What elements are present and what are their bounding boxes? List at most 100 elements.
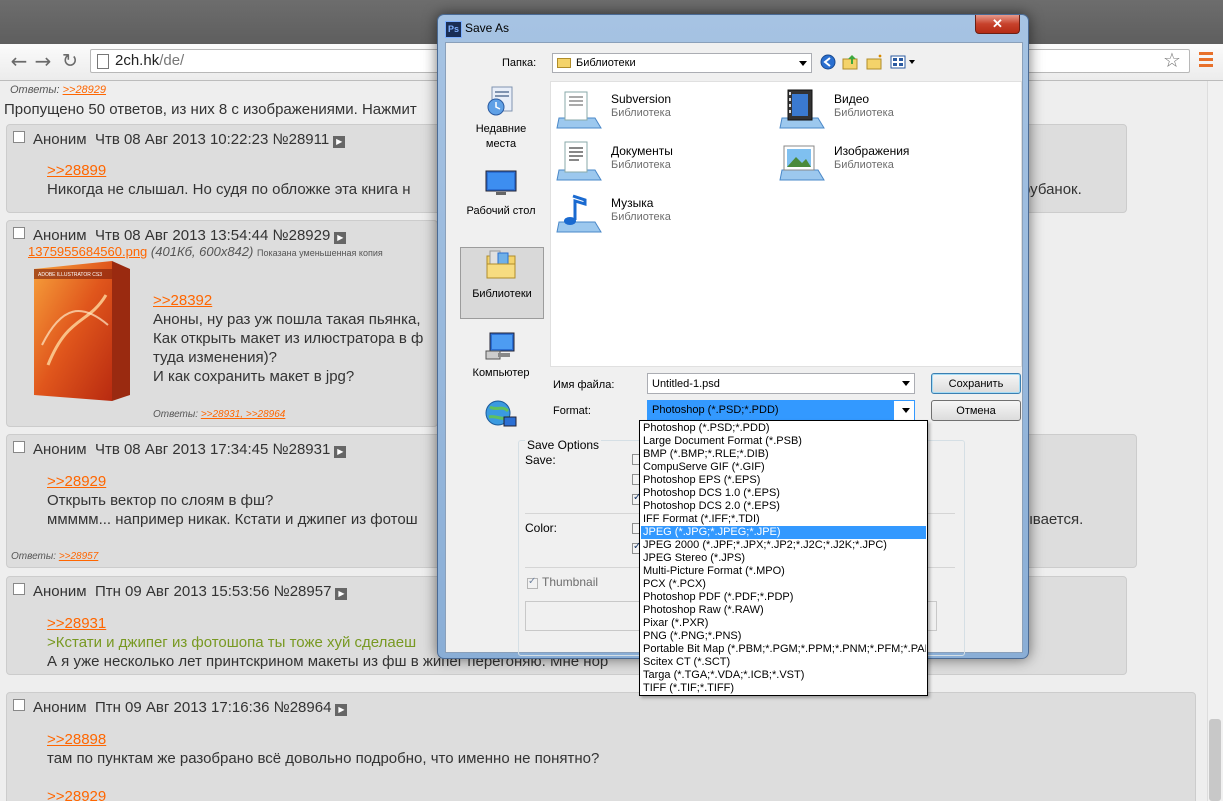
post-text: Открыть вектор по слоям в фш? bbox=[47, 492, 274, 509]
format-option[interactable]: CompuServe GIF (*.GIF) bbox=[641, 461, 926, 474]
post-checkbox[interactable] bbox=[13, 583, 25, 595]
top-replies: Ответы: >>28929 bbox=[10, 84, 107, 96]
place-label: Библиотеки bbox=[472, 288, 532, 300]
reply-link[interactable]: >>28957 bbox=[59, 551, 99, 562]
reload-icon[interactable]: ↻ bbox=[59, 50, 81, 72]
place-desktop[interactable]: Рабочий стол bbox=[460, 169, 542, 225]
folder-value: Библиотеки bbox=[576, 57, 636, 69]
post-menu-icon[interactable]: ▶ bbox=[335, 704, 348, 716]
format-option[interactable]: Pixar (*.PXR) bbox=[641, 617, 926, 630]
documents-library-icon bbox=[556, 141, 602, 181]
forward-arrow-icon[interactable]: → bbox=[32, 50, 54, 72]
filename-input[interactable]: Untitled-1.psd bbox=[647, 373, 915, 394]
post-menu-icon[interactable]: ▶ bbox=[335, 588, 348, 600]
format-option[interactable]: PCX (*.PCX) bbox=[641, 578, 926, 591]
post-menu-icon[interactable]: ▶ bbox=[333, 136, 346, 148]
format-option[interactable]: Photoshop DCS 1.0 (*.EPS) bbox=[641, 487, 926, 500]
post-menu-icon[interactable]: ▶ bbox=[334, 446, 347, 458]
post-replies: Ответы: >>28931, >>28964 bbox=[153, 409, 286, 420]
format-option[interactable]: Portable Bit Map (*.PBM;*.PGM;*.PPM;*.PN… bbox=[641, 643, 926, 656]
format-option[interactable]: Targa (*.TGA;*.VDA;*.ICB;*.VST) bbox=[641, 669, 926, 682]
format-option[interactable]: Photoshop EPS (*.EPS) bbox=[641, 474, 926, 487]
attached-image-thumbnail[interactable]: ADOBE ILLUSTRATOR CS3 bbox=[28, 255, 136, 405]
photoshop-app-icon: Ps bbox=[445, 21, 462, 38]
file-list[interactable]: Subversion Библиотека Видео Библиотека Д… bbox=[550, 81, 1022, 367]
chevron-down-icon[interactable] bbox=[902, 381, 910, 386]
up-folder-icon[interactable] bbox=[842, 54, 860, 70]
reply-link[interactable]: >>28929 bbox=[47, 472, 418, 491]
post-text-tail: рубанок. bbox=[1022, 181, 1082, 198]
filename-label: Имя файла: bbox=[553, 379, 615, 391]
color-label: Color: bbox=[525, 521, 558, 535]
format-option[interactable]: JPEG Stereo (*.JPS) bbox=[641, 552, 926, 565]
browser-menu-icon[interactable] bbox=[1199, 52, 1213, 70]
post-checkbox[interactable] bbox=[13, 227, 25, 239]
post-header: Аноним Птн 09 Авг 2013 17:16:36 №28964 ▶ bbox=[13, 699, 348, 716]
place-recent[interactable]: Недавние места bbox=[460, 83, 542, 153]
reply-link[interactable]: >>28392 bbox=[153, 291, 423, 310]
page-scrollbar[interactable] bbox=[1207, 81, 1223, 801]
library-video[interactable]: Видео Библиотека bbox=[778, 88, 988, 132]
format-option[interactable]: JPEG 2000 (*.JPF;*.JPX;*.JP2;*.J2C;*.J2K… bbox=[641, 539, 926, 552]
format-option[interactable]: Photoshop PDF (*.PDF;*.PDP) bbox=[641, 591, 926, 604]
thumbnail-checkbox[interactable] bbox=[527, 576, 538, 589]
post-text: ммммм... например никак. Кстати и джипег… bbox=[47, 511, 418, 528]
view-menu-icon[interactable] bbox=[890, 54, 916, 70]
post-text: там по пунктам же разобрано всё довольно… bbox=[47, 750, 600, 767]
place-computer[interactable]: Компьютер bbox=[460, 331, 542, 387]
post-menu-icon[interactable]: ▶ bbox=[334, 232, 347, 244]
library-name: Subversion bbox=[611, 92, 672, 106]
folder-combobox[interactable]: Библиотеки bbox=[552, 53, 812, 73]
folder-icon bbox=[557, 58, 571, 68]
library-name: Видео bbox=[834, 92, 870, 106]
reply-link[interactable]: >>28929 bbox=[63, 84, 106, 96]
post-text: туда изменения)? bbox=[153, 349, 277, 366]
subversion-library-icon bbox=[556, 91, 602, 129]
new-folder-icon[interactable] bbox=[866, 54, 884, 70]
dialog-title: Save As bbox=[465, 21, 510, 35]
format-option[interactable]: Large Document Format (*.PSB) bbox=[641, 435, 926, 448]
format-option[interactable]: IFF Format (*.IFF;*.TDI) bbox=[641, 513, 926, 526]
place-libraries[interactable]: Библиотеки bbox=[460, 247, 544, 319]
back-arrow-icon[interactable]: ← bbox=[8, 50, 30, 72]
format-option[interactable]: Photoshop (*.PSD;*.PDD) bbox=[641, 422, 926, 435]
library-images[interactable]: Изображения Библиотека bbox=[778, 140, 988, 184]
library-type: Библиотека bbox=[611, 211, 671, 223]
library-music[interactable]: Музыка Библиотека bbox=[555, 192, 765, 236]
reply-link[interactable]: >>28931, >>28964 bbox=[201, 409, 286, 420]
place-network[interactable] bbox=[460, 397, 542, 437]
scrollbar-thumb[interactable] bbox=[1209, 719, 1221, 801]
post-header: Аноним Чтв 08 Авг 2013 13:54:44 №28929 ▶ bbox=[13, 227, 347, 244]
format-combobox[interactable]: Photoshop (*.PSD;*.PDD) bbox=[647, 400, 915, 421]
library-subversion[interactable]: Subversion Библиотека bbox=[555, 88, 765, 132]
post-body: >>28899 Никогда не слышал. Но судя по об… bbox=[47, 161, 410, 199]
save-button[interactable]: Сохранить bbox=[931, 373, 1021, 394]
format-dropdown-list[interactable]: Photoshop (*.PSD;*.PDD) Large Document F… bbox=[639, 420, 928, 696]
format-option[interactable]: TIFF (*.TIF;*.TIFF) bbox=[641, 682, 926, 695]
format-option[interactable]: BMP (*.BMP;*.RLE;*.DIB) bbox=[641, 448, 926, 461]
format-option[interactable]: PNG (*.PNG;*.PNS) bbox=[641, 630, 926, 643]
chevron-down-icon[interactable] bbox=[902, 408, 910, 413]
images-library-icon bbox=[779, 145, 825, 181]
post-checkbox[interactable] bbox=[13, 131, 25, 143]
reply-link[interactable]: >>28899 bbox=[47, 161, 410, 180]
url-text: 2ch.hk/de/ bbox=[115, 52, 185, 69]
format-option[interactable]: Photoshop Raw (*.RAW) bbox=[641, 604, 926, 617]
reply-link[interactable]: >>28898 bbox=[47, 730, 599, 749]
cancel-button[interactable]: Отмена bbox=[931, 400, 1021, 421]
skipped-notice[interactable]: Пропущено 50 ответов, из них 8 с изображ… bbox=[4, 101, 417, 118]
format-option[interactable]: Photoshop DCS 2.0 (*.EPS) bbox=[641, 500, 926, 513]
post-checkbox[interactable] bbox=[13, 699, 25, 711]
library-documents[interactable]: Документы Библиотека bbox=[555, 140, 765, 184]
back-icon[interactable] bbox=[820, 54, 836, 70]
format-option-highlighted[interactable]: JPEG (*.JPG;*.JPEG;*.JPE) bbox=[641, 526, 926, 539]
close-button[interactable]: ✕ bbox=[975, 15, 1020, 34]
reply-link[interactable]: >>28929 bbox=[47, 787, 599, 801]
library-type: Библиотека bbox=[834, 107, 894, 119]
post-checkbox[interactable] bbox=[13, 441, 25, 453]
bookmark-star-icon[interactable]: ☆ bbox=[1163, 48, 1181, 72]
format-option[interactable]: Multi-Picture Format (*.MPO) bbox=[641, 565, 926, 578]
post-text: И как сохранить макет в jpg? bbox=[153, 368, 355, 385]
format-option[interactable]: Scitex CT (*.SCT) bbox=[641, 656, 926, 669]
